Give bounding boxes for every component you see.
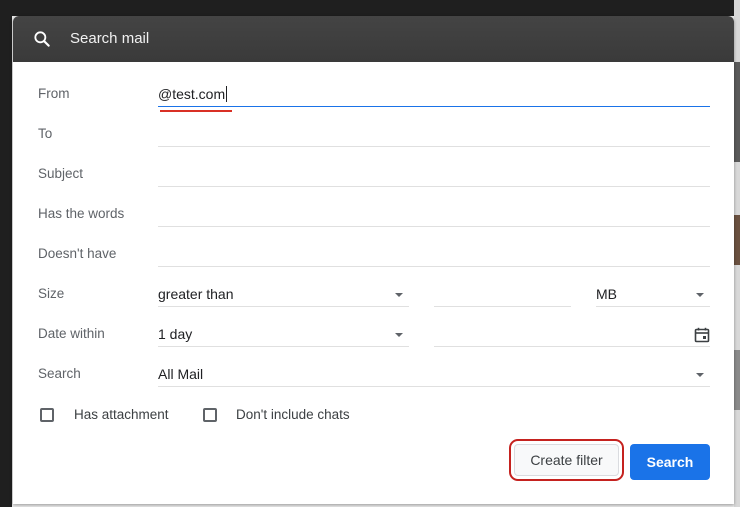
doesnt-have-row: Doesn't have	[13, 236, 734, 276]
size-operator-value: greater than	[158, 286, 234, 302]
to-input[interactable]	[158, 126, 710, 147]
size-amount-input[interactable]	[434, 286, 571, 307]
dropdown-arrow-icon	[395, 333, 403, 337]
from-input[interactable]: @test.com	[158, 86, 710, 107]
to-row: To	[13, 116, 734, 156]
dropdown-arrow-icon	[696, 373, 704, 377]
has-words-row: Has the words	[13, 196, 734, 236]
size-operator-select[interactable]: greater than	[158, 286, 409, 307]
date-input[interactable]	[434, 326, 710, 347]
dont-include-chats-checkbox[interactable]	[203, 408, 217, 422]
background-left	[0, 0, 12, 507]
from-row: From @test.com	[13, 76, 734, 116]
dropdown-arrow-icon	[395, 293, 403, 297]
search-header[interactable]: Search mail	[13, 16, 734, 62]
subject-label: Subject	[38, 166, 84, 181]
has-attachment-checkbox[interactable]	[40, 408, 54, 422]
options-row: Has attachment Don't include chats	[13, 400, 734, 430]
search-button[interactable]: Search	[630, 444, 710, 480]
calendar-icon[interactable]	[694, 327, 710, 343]
background-thumbnail	[734, 215, 740, 265]
create-filter-button[interactable]: Create filter	[509, 439, 624, 481]
search-scope-select[interactable]: All Mail	[158, 366, 710, 387]
background-top	[0, 0, 740, 16]
dont-include-chats-label[interactable]: Don't include chats	[236, 407, 350, 422]
size-row: Size greater than MB	[13, 276, 734, 316]
has-words-input[interactable]	[158, 206, 710, 227]
from-label: From	[38, 86, 70, 101]
search-mail-title[interactable]: Search mail	[70, 30, 149, 47]
subject-row: Subject	[13, 156, 734, 196]
date-within-label: Date within	[38, 326, 105, 341]
search-scope-value: All Mail	[158, 366, 204, 382]
subject-input[interactable]	[158, 166, 710, 187]
size-label: Size	[38, 286, 65, 301]
background-thumbnail	[734, 62, 740, 162]
size-unit-select[interactable]: MB	[596, 286, 710, 307]
has-words-label: Has the words	[38, 206, 125, 221]
search-scope-label: Search	[38, 366, 81, 381]
date-range-value: 1 day	[158, 326, 193, 342]
advanced-search-dialog: Search mail From @test.com To Subject Ha…	[13, 16, 734, 504]
size-unit-value: MB	[596, 286, 617, 302]
doesnt-have-label: Doesn't have	[38, 246, 117, 261]
to-label: To	[38, 126, 53, 141]
text-caret	[226, 86, 228, 102]
has-attachment-label[interactable]: Has attachment	[74, 407, 169, 422]
doesnt-have-input[interactable]	[158, 246, 710, 267]
date-range-select[interactable]: 1 day	[158, 326, 409, 347]
search-scope-row: Search All Mail	[13, 356, 734, 396]
highlight-underline	[160, 110, 232, 112]
dropdown-arrow-icon	[696, 293, 704, 297]
date-within-row: Date within 1 day	[13, 316, 734, 356]
search-icon[interactable]	[32, 29, 52, 49]
background-thumbnail	[734, 350, 740, 410]
from-value: @test.com	[158, 86, 228, 102]
